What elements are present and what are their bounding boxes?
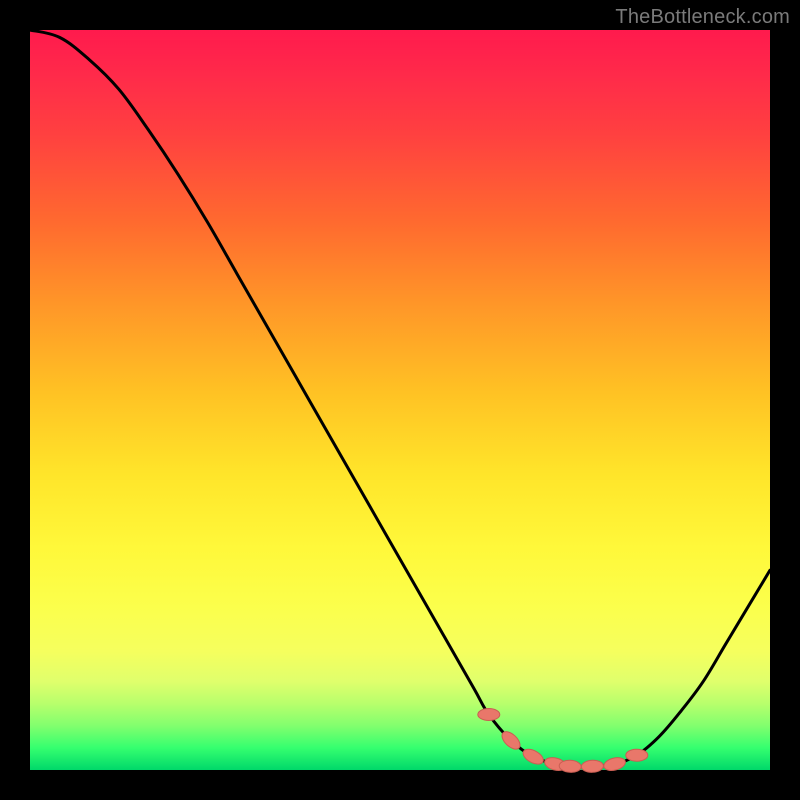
optimum-marker [626, 749, 648, 761]
optimum-marker [478, 709, 500, 721]
optimum-markers-group [478, 709, 648, 773]
optimum-marker [559, 760, 582, 773]
watermark-text: TheBottleneck.com [615, 6, 790, 29]
optimum-marker [602, 756, 626, 773]
bottleneck-curve [30, 30, 770, 767]
chart-frame: TheBottleneck.com [0, 0, 800, 800]
optimum-marker [521, 746, 546, 767]
optimum-marker [581, 760, 604, 773]
chart-svg [0, 0, 800, 800]
